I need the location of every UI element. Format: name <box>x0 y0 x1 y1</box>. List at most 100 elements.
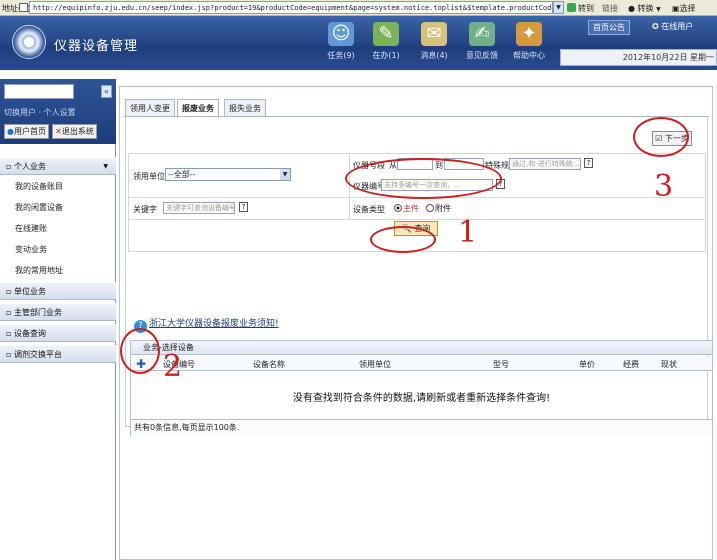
sidebar-section-department[interactable]: ▫ 主管部门业务 <box>0 303 116 321</box>
annotation-number-2: 2 <box>163 349 183 384</box>
column-header[interactable]: 型号 <box>493 359 509 370</box>
logout-button[interactable]: ✕退出系统 <box>52 124 97 139</box>
user-home-label: 用户首页 <box>13 127 46 136</box>
sidebar-item-my-equipment[interactable]: 我的设备账目 <box>15 181 63 192</box>
sidebar-item-idle-equipment[interactable]: 我的闲置设备 <box>15 202 63 213</box>
sidebar-search-input[interactable] <box>4 84 74 99</box>
column-header[interactable]: 单价 <box>579 359 595 370</box>
section-label: 个人业务 <box>13 162 46 171</box>
nav-feedback[interactable]: ✍ 意见反馈 <box>459 22 505 68</box>
nav-task[interactable]: ☺ 任务(9) <box>318 22 364 68</box>
sidebar-item-common-address[interactable]: 我的常用地址 <box>15 265 63 276</box>
section-label: 调剂交换平台 <box>13 350 62 359</box>
online-users-label: 在线用户 <box>661 22 694 31</box>
app-title: 仪器设备管理 <box>54 39 139 54</box>
online-users-button[interactable]: ✪ 在线用户 <box>648 20 697 33</box>
equipment-grid: 业务-选择设备 ✚ 设备编号 设备名称 领用单位 型号 单价 经费 现状 没有查… <box>130 340 713 436</box>
unit-label: 领用单位 <box>133 172 165 181</box>
app-logo-icon <box>12 25 46 59</box>
screen: 地址(D) http://equipinfo.zju.edu.cn/seep/i… <box>0 0 717 560</box>
tab-recipient-change[interactable]: 领用人变更 <box>125 99 175 117</box>
grid-footer: 共有0条信息,每页显示100条. <box>131 419 712 436</box>
help-icon[interactable]: ? <box>239 202 248 212</box>
annotation-number-3: 3 <box>654 169 674 204</box>
nav-feedback-label: 意见反馈 <box>466 51 498 60</box>
column-header[interactable]: 经费 <box>623 359 639 370</box>
special-rule-input[interactable]: 通过,和-进行特殊统… <box>509 158 581 170</box>
annotation-circle-next <box>633 117 689 157</box>
nav-message-label: 消息(4) <box>420 51 448 60</box>
type-main-label: 主件 <box>403 204 419 213</box>
column-header[interactable]: 现状 <box>661 359 677 370</box>
sidebar-item-change-business[interactable]: 变动业务 <box>15 244 47 255</box>
select-label: 选择 <box>679 4 696 13</box>
home-icon: ● <box>7 127 14 136</box>
section-label: 设备查询 <box>13 329 46 338</box>
app-header: 仪器设备管理 ☺ 任务(9) ✎ 在办(1) ✉ 消息(4) ✍ 意见反馈 ✦ … <box>0 16 717 70</box>
message-icon: ✉ <box>421 22 447 46</box>
radio-selected-icon <box>394 204 402 212</box>
go-label: 转到 <box>578 4 594 13</box>
special-rule-placeholder: 通过,和-进行特殊统… <box>512 160 580 168</box>
column-header[interactable]: 领用单位 <box>359 359 391 370</box>
home-notice-button[interactable]: 首页公告 <box>588 20 630 35</box>
annotation-circle-range <box>345 158 502 199</box>
logout-label: 退出系统 <box>61 127 94 136</box>
links-button[interactable]: 链接 <box>602 3 618 14</box>
user-home-button[interactable]: ●用户首页 <box>4 124 49 139</box>
annotation-circle-add <box>120 328 160 374</box>
grid-title: 业务-选择设备 <box>131 341 712 355</box>
sidebar: « 切换用户 · 个人设置 ●用户首页 ✕退出系统 ▫ 个人业务 ▼ 我的设备账目… <box>0 79 116 560</box>
chevron-down-icon[interactable]: ▼ <box>553 1 564 14</box>
type-accessory-label: 附件 <box>435 204 451 213</box>
go-arrow-icon <box>567 3 576 12</box>
go-button[interactable]: 转到 <box>567 3 594 14</box>
page-icon <box>19 3 28 12</box>
pending-icon: ✎ <box>373 22 399 46</box>
section-label: 单位业务 <box>13 287 46 296</box>
convert-button[interactable]: ● 转换 ▼ <box>628 3 661 14</box>
collapse-sidebar-icon[interactable]: « <box>101 85 112 98</box>
type-main-option[interactable]: 主件 <box>394 203 419 214</box>
sidebar-item-online-account[interactable]: 在线建账 <box>15 223 47 234</box>
convert-label: 转换 <box>637 4 654 13</box>
annotation-number-1: 1 <box>458 215 478 250</box>
browser-address-bar: 地址(D) http://equipinfo.zju.edu.cn/seep/i… <box>0 0 717 16</box>
help-icon: ✦ <box>516 22 542 46</box>
close-icon: ✕ <box>55 127 62 136</box>
keyword-placeholder: 关键字可查询设备编号… <box>166 204 234 212</box>
feedback-icon: ✍ <box>469 22 495 46</box>
equip-type-label: 设备类型 <box>353 205 385 214</box>
column-divider <box>349 198 350 220</box>
sidebar-top: « 切换用户 · 个人设置 ●用户首页 ✕退出系统 <box>0 79 116 144</box>
tab-loss[interactable]: 报失业务 <box>224 99 266 117</box>
notice-link[interactable]: ? 浙江大学仪器设备报废业务须知! <box>134 316 279 333</box>
nav-help-label: 帮助中心 <box>513 51 545 60</box>
sidebar-section-unit[interactable]: ▫ 单位业务 <box>0 282 116 300</box>
nav-message[interactable]: ✉ 消息(4) <box>411 22 457 68</box>
radio-icon <box>426 204 434 212</box>
user-links[interactable]: 切换用户 · 个人设置 <box>4 107 76 118</box>
unit-select-value: --全部-- <box>168 170 196 179</box>
column-header[interactable]: 设备名称 <box>253 359 285 370</box>
sidebar-section-personal[interactable]: ▫ 个人业务 ▼ <box>0 157 116 175</box>
keyword-input[interactable]: 关键字可查询设备编号… <box>163 202 235 214</box>
notice-text: 浙江大学仪器设备报废业务须知! <box>149 319 279 329</box>
task-icon: ☺ <box>328 22 354 46</box>
nav-help[interactable]: ✦ 帮助中心 <box>506 22 552 68</box>
select-button[interactable]: ▣选择 <box>672 3 696 14</box>
sidebar-section-exchange[interactable]: ▫ 调剂交换平台 <box>0 345 116 363</box>
header-right: 首页公告 ✪ 在线用户 <box>588 18 717 38</box>
nav-pending[interactable]: ✎ 在办(1) <box>363 22 409 68</box>
url-field[interactable]: http://equipinfo.zju.edu.cn/seep/index.j… <box>29 1 553 14</box>
help-icon[interactable]: ? <box>584 158 593 168</box>
date-display: 2012年10月22日 星期一 <box>560 49 717 66</box>
chevron-down-icon: ▼ <box>103 163 108 170</box>
sidebar-section-query[interactable]: ▫ 设备查询 <box>0 324 116 342</box>
grid-header: ✚ 设备编号 设备名称 领用单位 型号 单价 经费 现状 <box>131 357 712 371</box>
unit-select[interactable]: --全部-- ▼ <box>165 168 291 181</box>
nav-pending-label: 在办(1) <box>372 51 400 60</box>
nav-task-label: 任务(9) <box>327 51 355 60</box>
chevron-down-icon: ▼ <box>280 169 290 180</box>
type-accessory-option[interactable]: 附件 <box>426 203 451 214</box>
